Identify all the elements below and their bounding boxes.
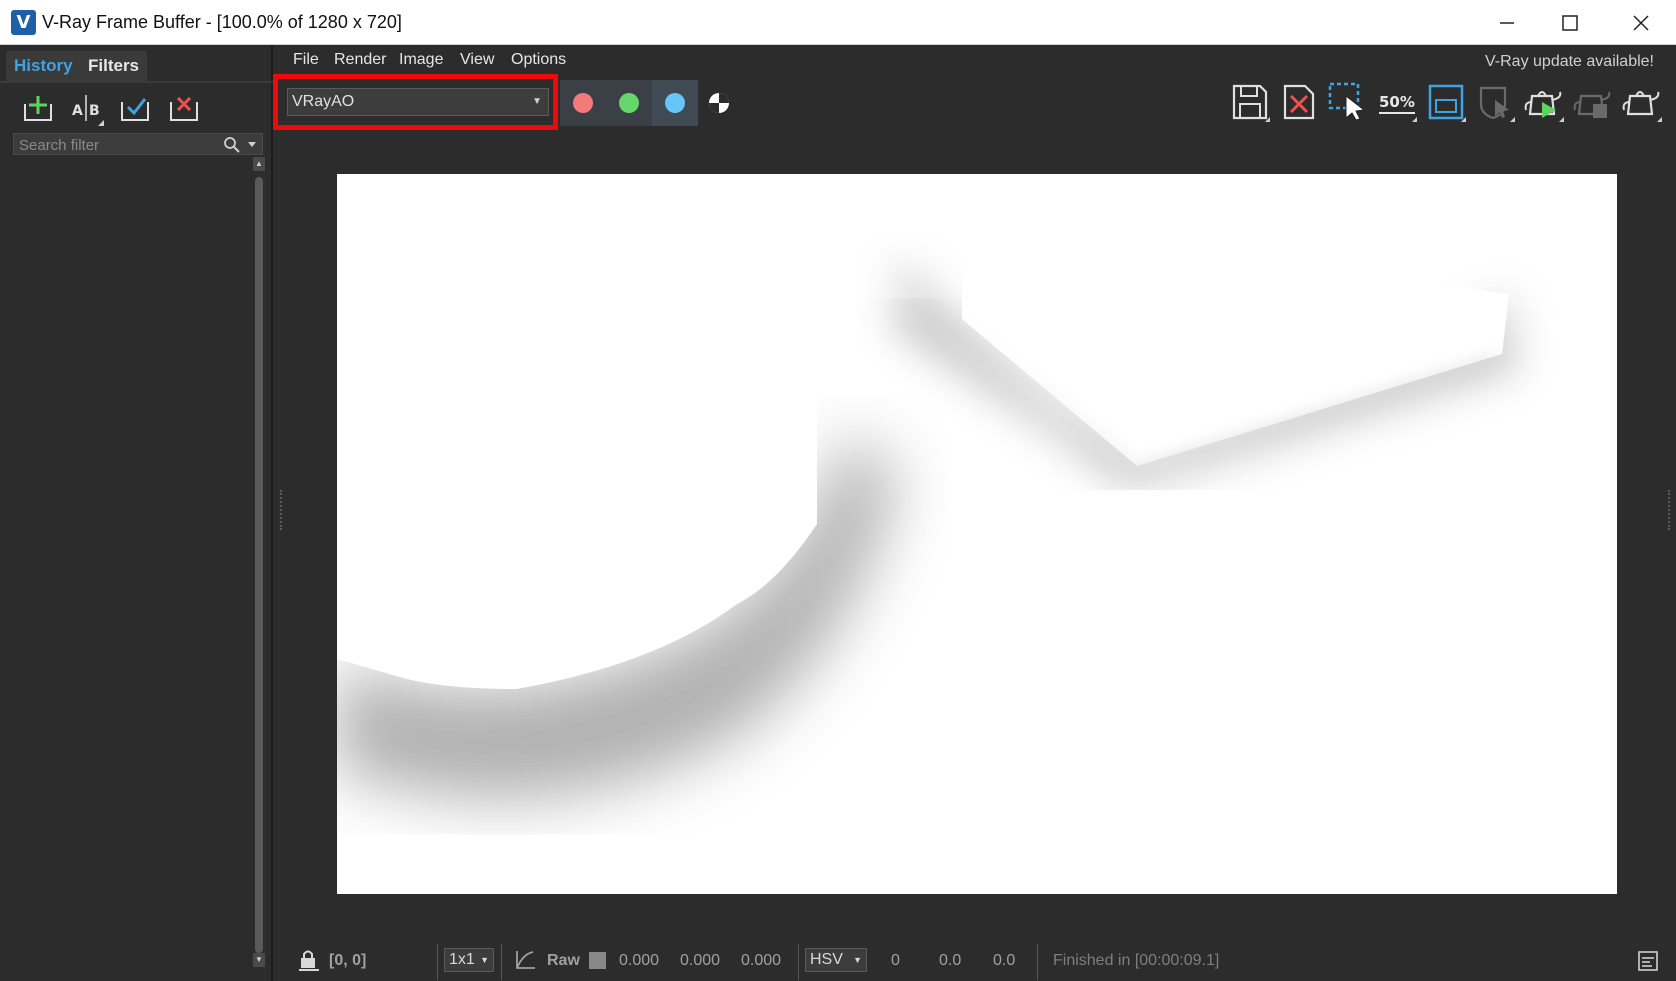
region-render-button[interactable] [1326,80,1370,124]
curve-icon[interactable] [513,948,537,972]
tab-filters[interactable]: Filters [80,51,148,81]
clear-image-button[interactable] [1277,80,1321,124]
color-swatch [589,952,606,969]
save-to-history-button[interactable] [20,90,56,126]
menu-view[interactable]: View [460,51,494,69]
red-value: 0.000 [619,952,660,969]
raw-label: Raw [547,952,580,969]
lens-effects-button[interactable] [1424,80,1468,124]
green-channel-button[interactable] [606,80,652,126]
menu-image[interactable]: Image [399,51,443,69]
chevron-down-icon[interactable] [247,141,257,149]
render-button[interactable] [1620,80,1664,124]
save-image-button[interactable] [1228,80,1272,124]
color-mode-dropdown[interactable]: HSV ▼ [805,948,867,972]
track-mouse-button[interactable] [1473,80,1517,124]
log-icon[interactable] [1637,950,1659,972]
search-icon [224,137,240,153]
monochrome-button[interactable] [708,92,730,114]
tab-divider [0,81,273,83]
status-bar: [0, 0] 1x1 ▼ Raw 0.000 0.000 0.000 HSV ▼… [277,940,1676,981]
search-filter-box [13,133,263,156]
saturation-value: 0.0 [939,952,962,969]
render-channel-dropdown[interactable]: VRayAO ▼ [287,88,549,116]
red-channel-button[interactable] [560,80,606,126]
tab-history[interactable]: History [6,51,81,81]
ab-compare-button[interactable]: A B [68,90,104,126]
chevron-down-icon: ▼ [853,955,862,965]
search-filter-input[interactable] [14,134,221,156]
red-channel-icon [573,93,593,113]
add-history-icon [24,96,52,121]
scroll-down-arrow-icon[interactable]: ▼ [253,953,265,967]
load-history-icon [121,98,149,121]
ab-label-a: A [72,103,83,119]
minimize-button[interactable] [1472,0,1542,45]
teapot-stop-icon [1573,91,1611,118]
right-panel-grip[interactable] [1668,490,1675,530]
blue-value: 0.000 [741,952,782,969]
scrollbar-thumb[interactable] [255,177,263,953]
monochrome-icon [709,93,729,113]
blue-channel-button[interactable] [652,80,698,126]
remove-history-icon [170,96,198,121]
maximize-icon [1562,14,1578,31]
zoom-badge-text: 50% [1379,93,1415,111]
region-select-icon [1328,82,1366,121]
left-panel-grip[interactable] [280,490,287,530]
load-history-button[interactable] [117,90,153,126]
status-separator [1037,944,1038,980]
close-window-button[interactable] [1606,0,1676,45]
status-separator [437,944,438,980]
stop-render-button[interactable] [1571,80,1615,124]
ao-render-graphic [337,174,1617,894]
title-bar: V V-Ray Frame Buffer - [100.0% of 1280 x… [0,0,1676,45]
sample-size-value: 1x1 [449,951,475,968]
channel-toggle-group [560,80,698,126]
history-panel: History Filters A B Search filter ▲ ▼ [0,45,273,981]
green-channel-icon [619,93,639,113]
minimize-icon [1500,21,1514,24]
blue-channel-icon [665,93,685,113]
window-title: V-Ray Frame Buffer - [100.0% of 1280 x 7… [42,12,402,32]
hue-value: 0 [891,952,900,969]
ab-compare-icon: A B [72,95,104,126]
green-value: 0.000 [680,952,721,969]
lock-cursor-icon[interactable] [297,948,321,972]
render-channel-value: VRayAO [292,93,355,110]
menu-file[interactable]: File [293,51,319,69]
chevron-down-icon: ▼ [532,96,542,107]
sample-size-dropdown[interactable]: 1x1 ▼ [444,948,494,972]
vray-logo-icon: V [11,10,36,35]
ab-label-b: B [89,103,100,119]
clear-image-icon [1283,84,1315,120]
render-time-status: Finished in [00:00:09.1] [1053,952,1220,969]
pixel-coordinates: [0, 0] [329,952,367,969]
scroll-up-arrow-icon[interactable]: ▲ [253,157,265,171]
remove-history-button[interactable] [166,90,202,126]
update-notice[interactable]: V-Ray update available! [1485,53,1654,71]
chevron-down-icon: ▼ [480,955,489,965]
close-icon [1633,14,1649,31]
rendered-image[interactable] [337,174,1617,894]
maximize-button[interactable] [1535,0,1605,45]
color-mode-value: HSV [810,951,843,968]
value-value: 0.0 [993,952,1016,969]
zoom-50-button[interactable]: 50% [1375,80,1419,124]
status-separator [798,944,799,980]
start-interactive-render-button[interactable] [1522,80,1566,124]
status-separator [501,944,502,980]
menu-render[interactable]: Render [334,51,386,69]
menu-options[interactable]: Options [511,51,566,69]
